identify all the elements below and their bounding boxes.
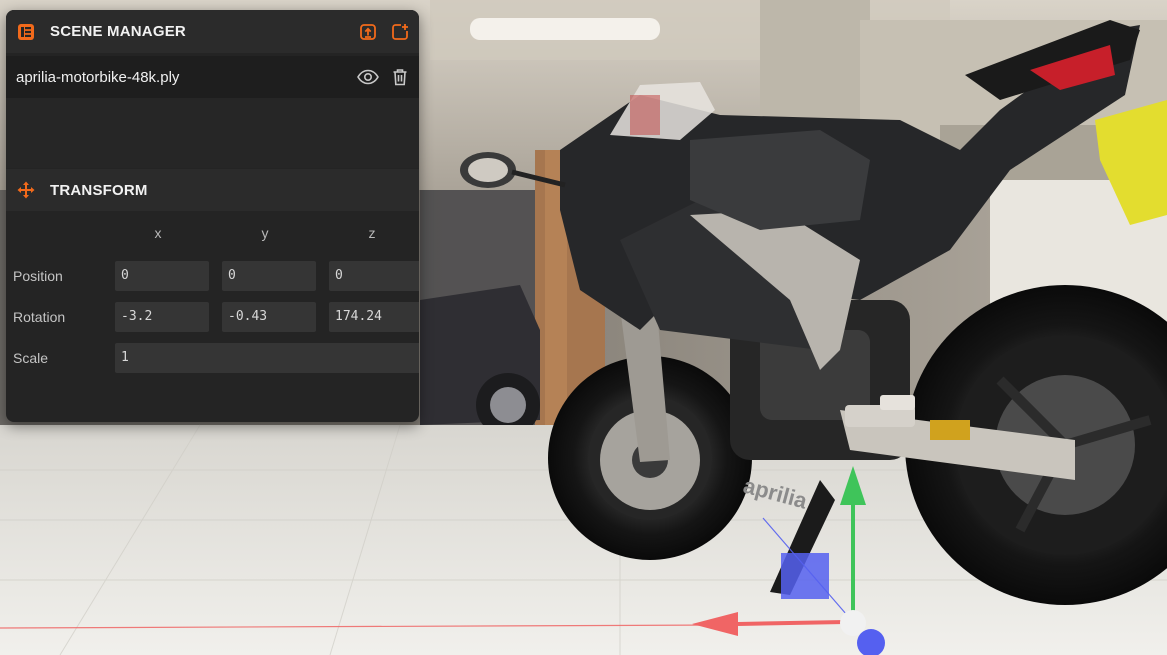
gizmo-center[interactable] [840,610,866,636]
scale-input[interactable] [115,342,419,373]
scene-manager-header: SCENE MANAGER [6,10,419,53]
trash-icon[interactable] [389,66,411,88]
axis-label-y: y [261,225,269,241]
eye-icon[interactable] [357,66,379,88]
scene-manager-icon [16,22,36,42]
scene-file-item[interactable]: aprilia-motorbike-48k.ply [6,56,419,98]
move-arrows-icon [16,180,36,200]
scene-manager-panel: SCENE MANAGER aprilia-motorbike-48k.ply … [6,10,419,422]
rotation-row: Rotation [12,296,419,337]
ceiling-light [470,18,660,40]
add-file-icon[interactable] [389,21,411,43]
rotation-y-input[interactable] [222,301,316,332]
position-row: Position [12,255,419,296]
import-icon[interactable] [357,21,379,43]
position-x-input[interactable] [115,260,209,291]
file-name[interactable]: aprilia-motorbike-48k.ply [16,69,179,86]
scale-label: Scale [13,349,49,366]
position-z-input[interactable] [329,260,419,291]
scene-list-empty-area [6,98,419,168]
transform-header: TRANSFORM [6,169,419,211]
scale-row: Scale [12,337,419,378]
axis-label-z: z [368,225,376,241]
axis-header-row: x y z [12,211,413,255]
z-axis-plane[interactable] [781,553,829,599]
rotation-label: Rotation [13,308,66,325]
scene-manager-title: SCENE MANAGER [50,23,186,40]
transform-body: x y z Position Rotation Scale [6,211,419,378]
x-axis-shaft[interactable] [737,620,846,626]
viewport[interactable]: aprilia SCENE MANAGER aprilia-motorbike-… [0,0,1167,655]
transform-title: TRANSFORM [50,181,148,199]
position-y-input[interactable] [222,260,316,291]
rotation-x-input[interactable] [115,301,209,332]
rotation-z-input[interactable] [329,301,419,332]
position-label: Position [13,267,63,284]
axis-label-x: x [154,225,162,241]
